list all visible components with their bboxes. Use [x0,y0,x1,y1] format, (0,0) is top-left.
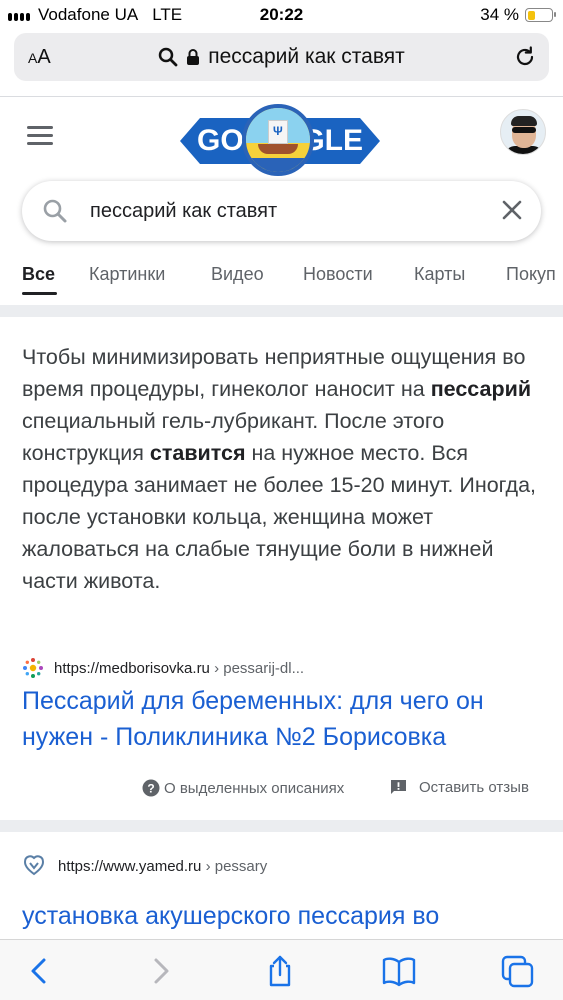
avatar[interactable] [500,109,546,155]
menu-icon[interactable] [27,126,53,150]
result-source[interactable]: https://medborisovka.ru › pessarij-dl... [22,657,304,679]
forward-icon[interactable] [142,954,178,988]
tab-images[interactable]: Картинки [89,264,165,285]
tab-videos[interactable]: Видео [211,264,264,285]
back-icon[interactable] [22,954,58,988]
clear-icon[interactable] [501,199,523,221]
source-path: › pessary [205,857,268,875]
reload-icon[interactable] [513,45,537,69]
logo-ship-disk: Ψ [242,104,314,176]
snippet-text: Чтобы минимизировать неприятные ощущения… [22,345,537,593]
address-text[interactable]: пессарий как ставят [208,45,405,69]
search-icon[interactable] [42,198,68,224]
result-title-link[interactable]: установка акушерского пессария во [22,898,547,934]
feedback-icon [391,780,406,794]
section-separator [0,305,563,317]
status-bar: Vodafone UA LTE 20:22 34 % [0,0,563,30]
lock-icon [187,49,200,65]
source-path: › pessarij-dl... [214,659,305,677]
about-snippets-label: О выделенных описаниях [164,779,345,797]
result-source[interactable]: https://www.yamed.ru › pessary [22,854,267,878]
section-separator [0,820,563,832]
bookmarks-icon[interactable] [381,954,417,988]
browser-toolbar [0,939,563,1000]
search-input[interactable] [90,196,480,226]
status-right: 34 % [480,5,556,25]
share-icon[interactable] [262,954,298,988]
battery-fill [527,10,536,20]
featured-snippet-card: Чтобы минимизировать неприятные ощущения… [0,317,563,820]
search-box[interactable] [22,181,541,241]
clock: 20:22 [259,5,304,24]
site-favicon-icon [23,855,45,876]
svg-text:?: ? [147,782,154,796]
tab-shopping[interactable]: Покуп [506,264,556,285]
tab-all[interactable]: Все [22,264,55,285]
site-favicon-icon [23,658,43,678]
tab-news[interactable]: Новости [303,264,373,285]
about-snippets-link[interactable]: ? О выделенных описаниях [142,779,344,797]
divider [0,96,563,97]
feedback-link[interactable]: Оставить отзыв [390,779,529,796]
source-url[interactable]: https://www.yamed.ru [58,858,201,875]
battery-icon [525,8,556,22]
result-title-link[interactable]: Пессарий для беременных: для чего он нуж… [22,683,547,755]
feedback-label: Оставить отзыв [419,779,529,796]
search-icon [158,47,178,67]
address-center[interactable]: пессарий как ставят [14,45,549,69]
address-bar[interactable]: AA пессарий как ставят [14,33,549,81]
search-tabs: Все Картинки Видео Новости Карты Покуп [0,256,563,306]
tabs-icon[interactable] [500,954,536,988]
help-icon: ? [142,779,160,797]
battery-percent: 34 % [480,5,519,24]
active-tab-indicator [22,292,57,295]
logo-text-left: GO [197,124,244,157]
source-url[interactable]: https://medborisovka.ru [54,660,210,677]
google-doodle-logo[interactable]: GO GLE Ψ [180,104,380,176]
tab-maps[interactable]: Карты [414,264,465,285]
